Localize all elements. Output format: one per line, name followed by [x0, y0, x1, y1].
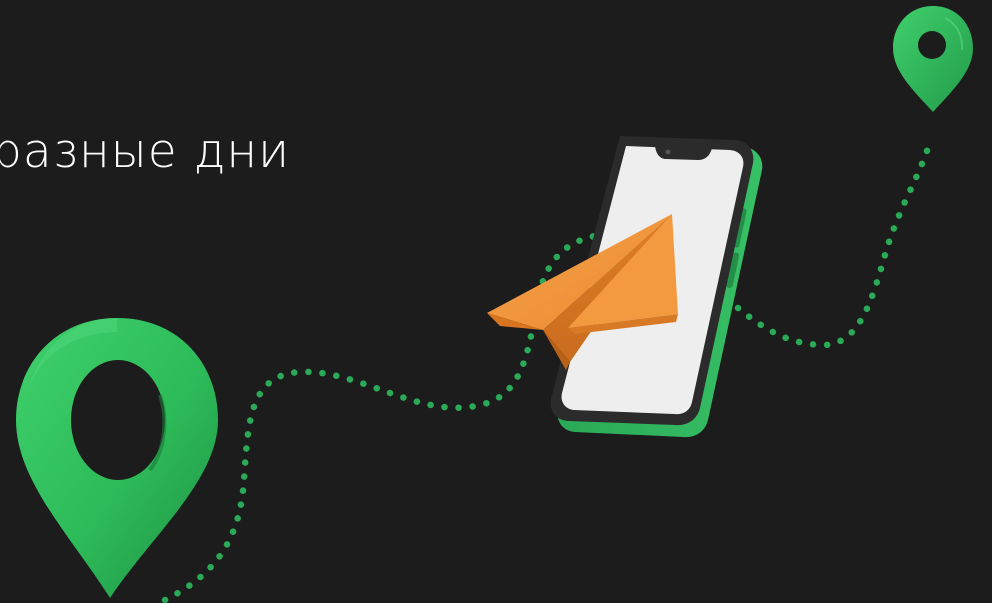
route-dotted-line-right [734, 144, 932, 349]
illustration [16, 6, 973, 603]
promo-banner: разные дни [0, 0, 992, 603]
location-pin-large-icon [16, 318, 218, 598]
headline-text: разные дни [0, 124, 291, 179]
location-pin-small-icon [893, 6, 973, 112]
